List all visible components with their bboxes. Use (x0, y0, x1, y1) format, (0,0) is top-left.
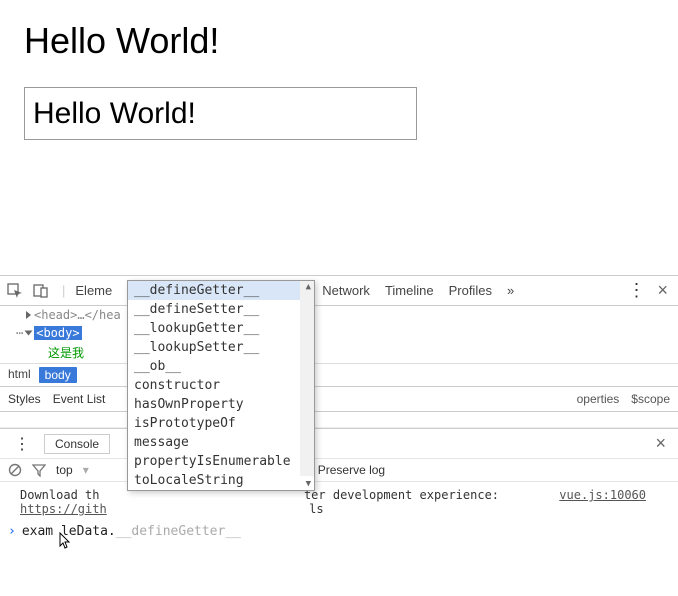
breadcrumb-html[interactable]: html (8, 367, 31, 383)
page-body: Hello World! (0, 0, 678, 160)
scrollbar[interactable] (300, 281, 314, 476)
console-output: Download th ter development experience: … (0, 482, 678, 522)
tab-network[interactable]: Network (322, 283, 370, 298)
devtools-panel: | Eleme Network Timeline Profiles » ⋮ × … (0, 275, 678, 596)
body-node-row[interactable]: ⋯ <body> (0, 324, 678, 342)
tab-event-listeners[interactable]: Event List (53, 392, 106, 406)
head-node[interactable]: <head>…</hea (34, 308, 121, 322)
console-kebab-icon[interactable]: ⋮ (6, 434, 38, 454)
breadcrumb: html body (0, 363, 678, 386)
comment-row[interactable]: 这是我 (0, 342, 678, 363)
context-selector[interactable]: top (56, 463, 73, 477)
tabs-overflow-icon[interactable]: » (507, 283, 514, 298)
body-node[interactable]: <body> (34, 326, 81, 340)
tab-elements[interactable]: Eleme (75, 283, 112, 298)
ac-item[interactable]: __lookupGetter__ (128, 319, 314, 338)
inspect-icon[interactable] (6, 282, 24, 300)
kebab-icon[interactable]: ⋮ (619, 280, 653, 301)
prompt-icon: › (8, 524, 16, 539)
ac-item[interactable]: toLocaleString (128, 471, 314, 490)
ac-item[interactable]: propertyIsEnumerable (128, 452, 314, 471)
filter-icon[interactable] (32, 463, 46, 477)
device-icon[interactable] (32, 282, 50, 300)
tab-properties[interactable]: operties (577, 392, 620, 406)
scroll-up-icon[interactable]: ▲ (306, 282, 311, 292)
log-link[interactable]: https://gith (20, 502, 107, 516)
console-drawer: ⋮ Console × top ▾ Preserve log Download … (0, 428, 678, 541)
ac-item[interactable]: isPrototypeOf (128, 414, 314, 433)
ac-item[interactable]: __defineGetter__ (128, 281, 314, 300)
page-heading: Hello World! (24, 20, 654, 62)
console-close-icon[interactable]: × (649, 433, 672, 454)
tab-timeline[interactable]: Timeline (385, 283, 434, 298)
tab-scope[interactable]: $scope (631, 392, 670, 406)
autocomplete-popup[interactable]: __defineGetter__ __defineSetter__ __look… (127, 280, 315, 491)
console-input[interactable]: › exam leData.__defineGetter__ (0, 522, 678, 541)
breadcrumb-body[interactable]: body (39, 367, 77, 383)
ac-item[interactable]: __lookupSetter__ (128, 338, 314, 357)
tab-profiles[interactable]: Profiles (449, 283, 492, 298)
close-icon[interactable]: × (653, 280, 672, 301)
ac-item[interactable]: message (128, 433, 314, 452)
clear-console-icon[interactable] (8, 463, 22, 477)
ac-item[interactable]: hasOwnProperty (128, 395, 314, 414)
text-input[interactable] (24, 87, 417, 140)
elements-tree[interactable]: <head>…</hea (0, 306, 678, 324)
devtools-toolbar: | Eleme Network Timeline Profiles » ⋮ × (0, 276, 678, 306)
ac-item[interactable]: constructor (128, 376, 314, 395)
source-link[interactable]: vue.js:10060 (559, 488, 646, 502)
comment-node: 这是我 (48, 344, 84, 361)
tab-styles[interactable]: Styles (8, 392, 41, 406)
ac-item[interactable]: __defineSetter__ (128, 300, 314, 319)
console-tab[interactable]: Console (44, 434, 110, 454)
styles-tabs: Styles Event List operties $scope (0, 386, 678, 412)
ac-item[interactable]: __ob__ (128, 357, 314, 376)
scroll-down-icon[interactable]: ▼ (306, 479, 311, 489)
